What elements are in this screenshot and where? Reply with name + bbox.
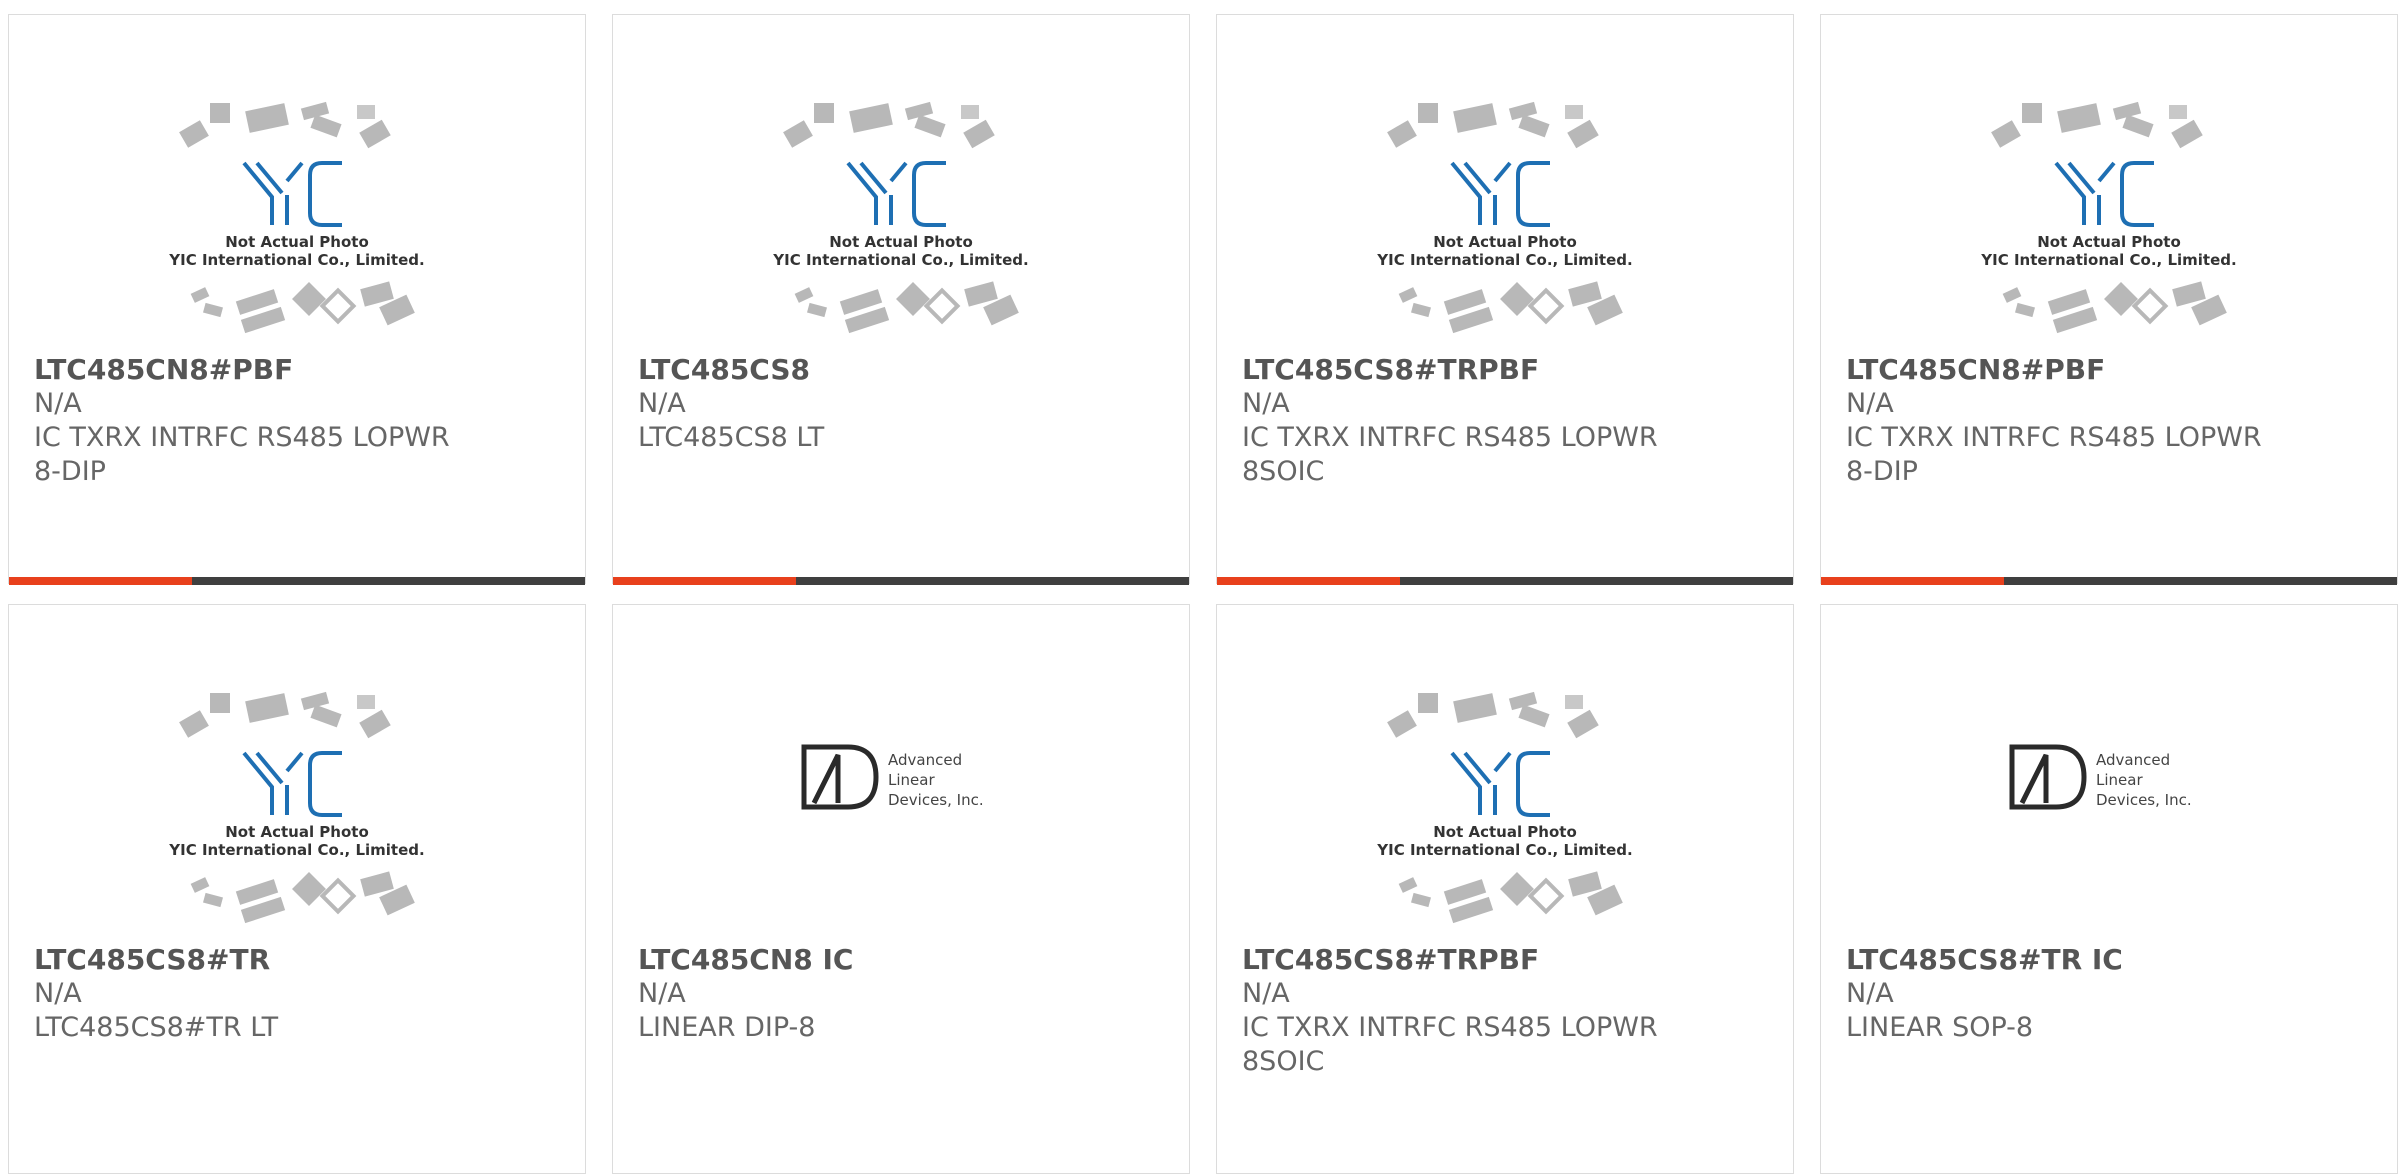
not-actual-photo-text: Not Actual Photo: [1433, 233, 1577, 251]
ald-logo-line1: Advanced: [888, 751, 962, 769]
product-card[interactable]: Advanced Linear Devices, Inc. LTC485CN8 …: [612, 604, 1190, 1174]
part-number[interactable]: LTC485CN8 IC: [638, 943, 1169, 977]
part-number[interactable]: LTC485CS8#TRPBF: [1242, 353, 1773, 387]
description: LINEAR SOP-8: [1846, 1012, 2034, 1043]
not-actual-photo-text: Not Actual Photo: [1433, 823, 1577, 841]
ald-logo-icon: [801, 744, 879, 810]
product-card[interactable]: Not Actual Photo YIC International Co., …: [8, 604, 586, 1174]
ald-logo-line2: Linear: [2096, 771, 2143, 789]
part-number[interactable]: LTC485CS8#TR IC: [1846, 943, 2377, 977]
accent-bar: [1821, 577, 2004, 585]
product-card[interactable]: Not Actual Photo YIC International Co., …: [1216, 14, 1794, 585]
not-actual-photo-text: Not Actual Photo: [225, 823, 369, 841]
product-image-ald-logo[interactable]: Advanced Linear Devices, Inc.: [613, 685, 1189, 945]
part-number[interactable]: LTC485CN8#PBF: [1846, 353, 2377, 387]
product-info: LTC485CN8#PBF N/A IC TXRX INTRFC RS485 L…: [1846, 353, 2377, 489]
product-info: LTC485CN8#PBF N/A IC TXRX INTRFC RS485 L…: [34, 353, 565, 489]
product-info: LTC485CS8#TR N/A LTC485CS8#TR LT: [34, 943, 565, 1045]
part-number[interactable]: LTC485CS8#TRPBF: [1242, 943, 1773, 977]
accent-bar: [1217, 577, 1400, 585]
card-footer-bar: [1821, 577, 2397, 585]
ald-logo-line2: Linear: [888, 771, 935, 789]
product-info: LTC485CS8#TR IC N/A LINEAR SOP-8: [1846, 943, 2377, 1045]
manufacturer: N/A: [1846, 978, 1894, 1009]
company-text: YIC International Co., Limited.: [168, 841, 424, 859]
product-card[interactable]: Not Actual Photo YIC International Co., …: [8, 14, 586, 585]
company-text: YIC International Co., Limited.: [1376, 251, 1632, 269]
company-text: YIC International Co., Limited.: [1980, 251, 2236, 269]
product-info: LTC485CS8#TRPBF N/A IC TXRX INTRFC RS485…: [1242, 353, 1773, 489]
card-footer-bar: [1217, 577, 1793, 585]
manufacturer: N/A: [1242, 388, 1290, 419]
description: IC TXRX INTRFC RS485 LOPWR: [34, 422, 450, 453]
description: LTC485CS8#TR LT: [34, 1012, 279, 1043]
manufacturer: N/A: [638, 388, 686, 419]
description: IC TXRX INTRFC RS485 LOPWR: [1242, 1012, 1658, 1043]
package: 8-DIP: [1846, 456, 1918, 487]
product-card[interactable]: Advanced Linear Devices, Inc. LTC485CS8#…: [1820, 604, 2398, 1174]
part-number[interactable]: LTC485CS8: [638, 353, 1169, 387]
card-footer-bar: [613, 577, 1189, 585]
description: LTC485CS8 LT: [638, 422, 825, 453]
manufacturer: N/A: [34, 978, 82, 1009]
package: 8SOIC: [1242, 456, 1325, 487]
product-info: LTC485CS8 N/A LTC485CS8 LT: [638, 353, 1169, 455]
product-image-ald-logo[interactable]: Advanced Linear Devices, Inc.: [1821, 685, 2397, 945]
product-image-yic-placeholder[interactable]: Not Actual Photo YIC International Co., …: [1821, 95, 2397, 355]
product-image-yic-placeholder[interactable]: Not Actual Photo YIC International Co., …: [1217, 685, 1793, 945]
product-image-yic-placeholder[interactable]: Not Actual Photo YIC International Co., …: [1217, 95, 1793, 355]
description: IC TXRX INTRFC RS485 LOPWR: [1846, 422, 2262, 453]
product-grid: Not Actual Photo YIC International Co., …: [0, 0, 2400, 1174]
company-text: YIC International Co., Limited.: [168, 251, 424, 269]
part-number[interactable]: LTC485CN8#PBF: [34, 353, 565, 387]
accent-bar: [613, 577, 796, 585]
ald-logo-line3: Devices, Inc.: [2096, 791, 2192, 809]
product-image-yic-placeholder[interactable]: Not Actual Photo YIC International Co., …: [9, 685, 585, 945]
description: LINEAR DIP-8: [638, 1012, 816, 1043]
product-card[interactable]: Not Actual Photo YIC International Co., …: [1216, 604, 1794, 1174]
package: 8-DIP: [34, 456, 106, 487]
product-info: LTC485CN8 IC N/A LINEAR DIP-8: [638, 943, 1169, 1045]
description: IC TXRX INTRFC RS485 LOPWR: [1242, 422, 1658, 453]
manufacturer: N/A: [1242, 978, 1290, 1009]
accent-bar: [9, 577, 192, 585]
manufacturer: N/A: [1846, 388, 1894, 419]
ald-logo-line1: Advanced: [2096, 751, 2170, 769]
ald-logo-line3: Devices, Inc.: [888, 791, 984, 809]
not-actual-photo-text: Not Actual Photo: [2037, 233, 2181, 251]
ald-logo-icon: [2009, 744, 2087, 810]
product-info: LTC485CS8#TRPBF N/A IC TXRX INTRFC RS485…: [1242, 943, 1773, 1079]
card-footer-bar: [9, 577, 585, 585]
package: 8SOIC: [1242, 1046, 1325, 1077]
product-card[interactable]: Not Actual Photo YIC International Co., …: [612, 14, 1190, 585]
product-image-yic-placeholder[interactable]: Not Actual Photo YIC International Co., …: [9, 95, 585, 355]
part-number[interactable]: LTC485CS8#TR: [34, 943, 565, 977]
manufacturer: N/A: [34, 388, 82, 419]
company-text: YIC International Co., Limited.: [772, 251, 1028, 269]
not-actual-photo-text: Not Actual Photo: [829, 233, 973, 251]
not-actual-photo-text: Not Actual Photo: [225, 233, 369, 251]
manufacturer: N/A: [638, 978, 686, 1009]
product-card[interactable]: Not Actual Photo YIC International Co., …: [1820, 14, 2398, 585]
product-image-yic-placeholder[interactable]: Not Actual Photo YIC International Co., …: [613, 95, 1189, 355]
company-text: YIC International Co., Limited.: [1376, 841, 1632, 859]
